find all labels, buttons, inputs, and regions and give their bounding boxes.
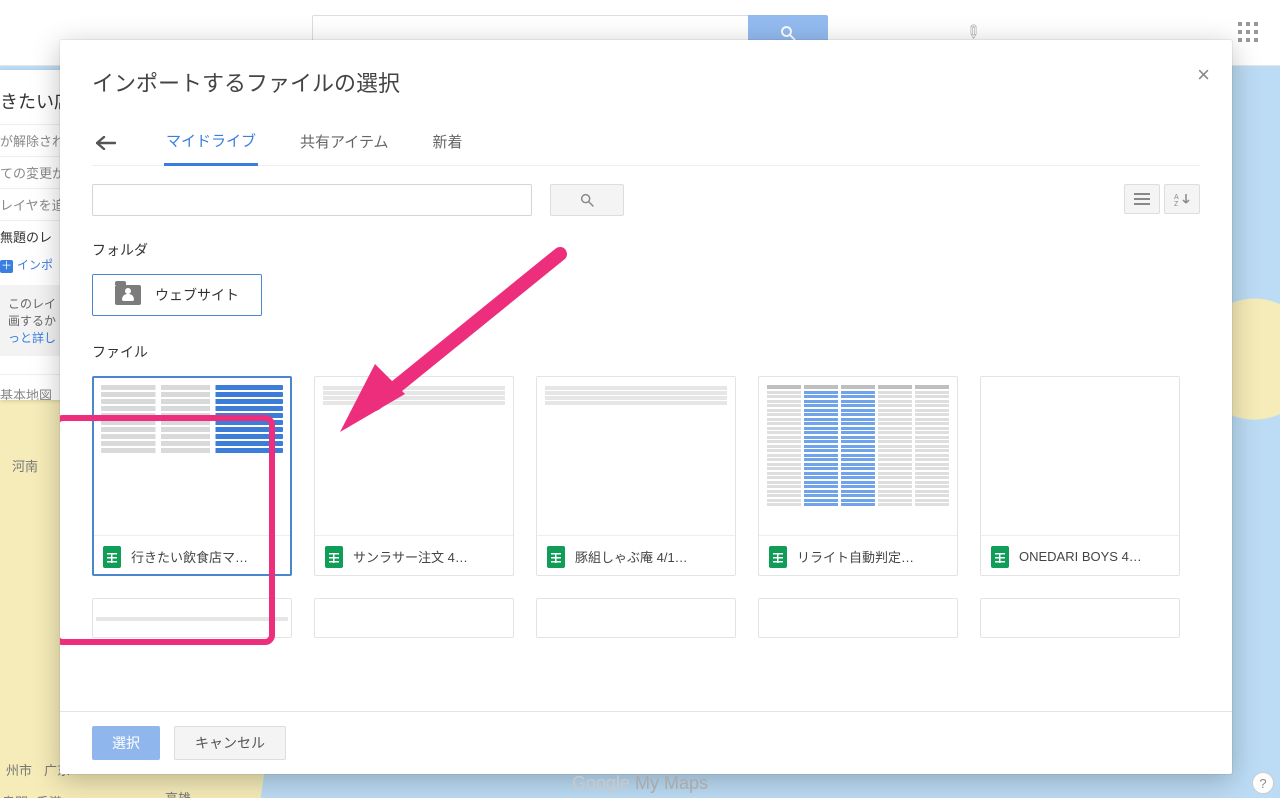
file-name: サンラサー注文 4… bbox=[353, 547, 468, 566]
file-tile[interactable]: リライト自動判定… bbox=[758, 376, 958, 576]
search-icon bbox=[579, 192, 595, 208]
sheets-icon bbox=[547, 546, 565, 568]
file-name: ONEDARI BOYS 4… bbox=[1019, 549, 1142, 564]
files-grid-row2 bbox=[92, 598, 1222, 638]
file-tile[interactable]: ONEDARI BOYS 4… bbox=[980, 376, 1180, 576]
picker-search-button[interactable] bbox=[550, 184, 624, 216]
folders-label: フォルダ bbox=[92, 240, 1222, 260]
file-name: 豚組しゃぶ庵 4/1… bbox=[575, 547, 688, 566]
map-place-label: 高雄 bbox=[165, 788, 191, 798]
file-tile[interactable] bbox=[314, 598, 514, 638]
file-name: 行きたい飲食店マ… bbox=[131, 547, 248, 566]
dialog-footer: 選択 キャンセル bbox=[60, 711, 1232, 774]
sheets-icon bbox=[769, 546, 787, 568]
file-tile[interactable] bbox=[536, 598, 736, 638]
map-place-label: 河南 bbox=[12, 456, 38, 475]
file-tile[interactable] bbox=[758, 598, 958, 638]
map-place-label: 香港 bbox=[36, 792, 62, 798]
google-mymaps-watermark: Google My Maps bbox=[572, 773, 708, 794]
learn-more-link[interactable]: っと詳し bbox=[8, 331, 56, 345]
picker-search-input[interactable] bbox=[92, 184, 532, 216]
map-place-label: 奥門 bbox=[2, 792, 28, 798]
dialog-body: AZ フォルダ ウェブサイト ファイル 行きたい飲食店マ… サンラサー注文 4… 豚… bbox=[60, 166, 1232, 711]
list-icon bbox=[1134, 193, 1150, 205]
sort-button[interactable]: AZ bbox=[1164, 184, 1200, 214]
files-grid: 行きたい飲食店マ… サンラサー注文 4… 豚組しゃぶ庵 4/1… リライト自動判定… O… bbox=[92, 376, 1222, 576]
dialog-header: インポートするファイルの選択 マイドライブ 共有アイテム 新着 bbox=[60, 40, 1232, 166]
picker-content: フォルダ ウェブサイト ファイル 行きたい飲食店マ… サンラサー注文 4… 豚組しゃ… bbox=[92, 232, 1222, 711]
cancel-button[interactable]: キャンセル bbox=[174, 726, 286, 760]
folder-tile[interactable]: ウェブサイト bbox=[92, 274, 262, 316]
shared-folder-icon bbox=[115, 285, 141, 305]
svg-text:Z: Z bbox=[1174, 201, 1179, 206]
list-view-button[interactable] bbox=[1124, 184, 1160, 214]
sheets-icon bbox=[325, 546, 343, 568]
dialog-title: インポートするファイルの選択 bbox=[92, 66, 1200, 98]
folder-name: ウェブサイト bbox=[155, 285, 239, 305]
file-tile[interactable]: 豚組しゃぶ庵 4/1… bbox=[536, 376, 736, 576]
select-button[interactable]: 選択 bbox=[92, 726, 160, 760]
files-label: ファイル bbox=[92, 342, 1222, 362]
tab-my-drive[interactable]: マイドライブ bbox=[164, 120, 258, 166]
map-place-label: 州市 bbox=[6, 760, 32, 779]
svg-text:A: A bbox=[1174, 194, 1179, 201]
file-tile[interactable]: 行きたい飲食店マ… bbox=[92, 376, 292, 576]
file-tile[interactable] bbox=[92, 598, 292, 638]
file-name: リライト自動判定… bbox=[797, 547, 914, 566]
file-picker-dialog: × インポートするファイルの選択 マイドライブ 共有アイテム 新着 AZ bbox=[60, 40, 1232, 774]
sheets-icon bbox=[991, 546, 1009, 568]
sheets-icon bbox=[103, 546, 121, 568]
help-icon[interactable]: ? bbox=[1252, 772, 1274, 794]
tab-recent[interactable]: 新着 bbox=[431, 121, 465, 164]
close-icon[interactable]: × bbox=[1197, 62, 1210, 88]
picker-tabs: マイドライブ 共有アイテム 新着 bbox=[92, 120, 1200, 166]
file-tile[interactable] bbox=[980, 598, 1180, 638]
apps-grid-icon[interactable] bbox=[1238, 22, 1258, 42]
tab-shared[interactable]: 共有アイテム bbox=[298, 121, 391, 164]
back-arrow-icon[interactable] bbox=[96, 136, 124, 150]
file-tile[interactable]: サンラサー注文 4… bbox=[314, 376, 514, 576]
sort-az-icon: AZ bbox=[1174, 192, 1190, 206]
